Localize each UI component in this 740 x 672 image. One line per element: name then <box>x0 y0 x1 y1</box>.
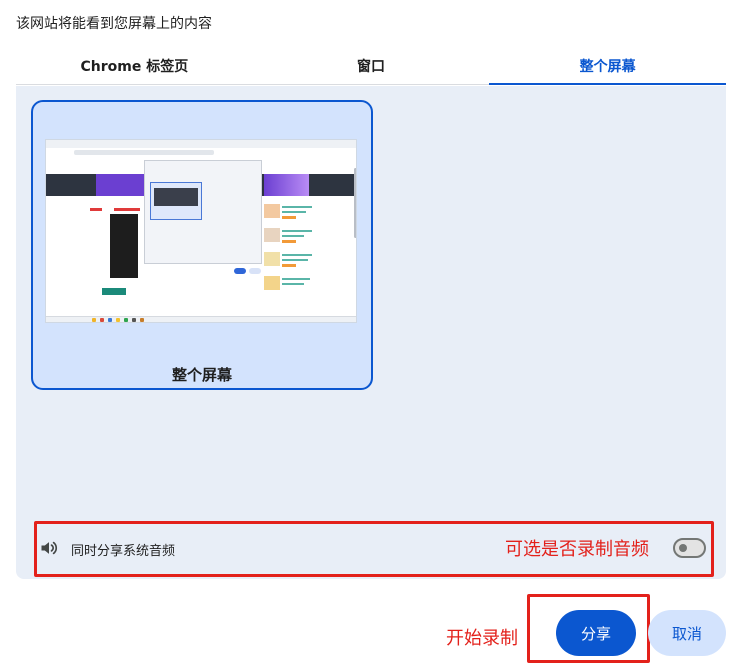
tab-window[interactable]: 窗口 <box>253 50 490 84</box>
annotation-audio-note: 可选是否录制音频 <box>505 539 649 560</box>
screen-source-label: 整个屏幕 <box>171 366 232 384</box>
tab-chrome-tab[interactable]: Chrome 标签页 <box>16 50 253 84</box>
system-audio-label: 同时分享系统音频 <box>71 544 176 559</box>
source-panel: 整个屏幕 <box>16 86 726 579</box>
screen-source-card[interactable]: 整个屏幕 <box>31 100 373 390</box>
annotation-start-note: 开始录制 <box>446 628 518 649</box>
tab-entire-screen[interactable]: 整个屏幕 <box>489 50 726 85</box>
cancel-button[interactable]: 取消 <box>648 610 726 656</box>
system-audio-row: 同时分享系统音频 可选是否录制音频 <box>37 530 706 566</box>
speaker-icon <box>41 541 58 555</box>
share-button[interactable]: 分享 <box>556 610 636 656</box>
system-audio-toggle[interactable] <box>673 538 706 558</box>
source-tabs: Chrome 标签页 窗口 整个屏幕 <box>16 50 726 85</box>
screen-thumbnail <box>45 139 357 323</box>
dialog-prompt: 该网站将能看到您屏幕上的内容 <box>16 16 212 32</box>
toggle-knob <box>679 544 687 552</box>
